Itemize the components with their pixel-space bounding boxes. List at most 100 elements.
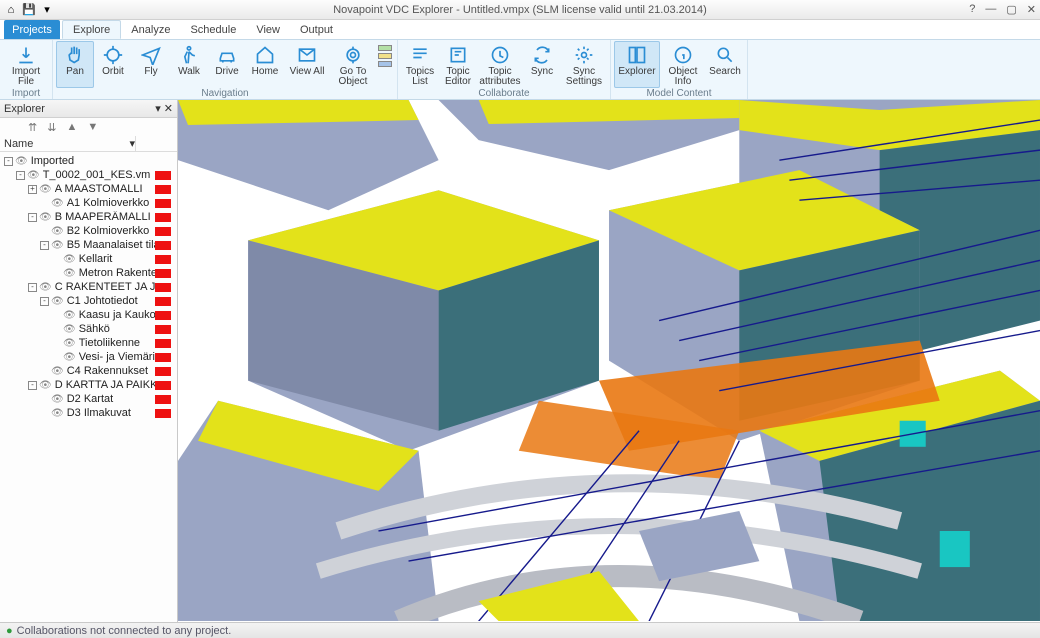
expand-icon[interactable]: ⇊ [47, 121, 56, 134]
tree-row[interactable]: 👁Vesi- ja Viemäri [0, 350, 177, 364]
column-header-name[interactable]: Name▾ [0, 136, 136, 151]
topics-list-button[interactable]: TopicsList [401, 41, 439, 88]
color-swatch[interactable] [155, 255, 171, 264]
tree-row[interactable]: 👁B2 Kolmioverkko [0, 224, 177, 238]
color-swatch[interactable] [155, 353, 171, 362]
minimize-icon[interactable]: — [985, 3, 996, 16]
visibility-icon[interactable]: 👁 [63, 254, 76, 265]
tab-analyze[interactable]: Analyze [121, 20, 180, 39]
home-button[interactable]: Home [246, 41, 284, 88]
tab-schedule[interactable]: Schedule [180, 20, 246, 39]
fly-button[interactable]: Fly [132, 41, 170, 88]
object-info-button[interactable]: ObjectInfo [660, 41, 706, 88]
drive-button[interactable]: Drive [208, 41, 246, 88]
collapse-icon[interactable]: ⇈ [28, 121, 37, 134]
qat-save-icon[interactable]: 💾 [22, 3, 36, 17]
visibility-icon[interactable]: 👁 [63, 338, 76, 349]
visibility-icon[interactable]: 👁 [39, 380, 52, 391]
walk-button[interactable]: Walk [170, 41, 208, 88]
visibility-icon[interactable]: 👁 [51, 408, 64, 419]
visibility-icon[interactable]: 👁 [63, 268, 76, 279]
tree-row[interactable]: -👁D KARTTA JA PAIKKATIETO [0, 378, 177, 392]
color-swatch[interactable] [155, 227, 171, 236]
color-swatch[interactable] [155, 269, 171, 278]
color-swatch[interactable] [155, 409, 171, 418]
pan-button[interactable]: Pan [56, 41, 94, 88]
sort-up-icon[interactable]: ▲ [66, 121, 77, 133]
collapse-icon[interactable]: - [16, 171, 25, 180]
tree-row[interactable]: 👁Kaasu ja Kaukolämpö [0, 308, 177, 322]
color-swatch[interactable] [155, 339, 171, 348]
collapse-icon[interactable]: - [40, 241, 49, 250]
visibility-icon[interactable]: 👁 [63, 324, 76, 335]
color-swatch[interactable] [155, 213, 171, 222]
visibility-icon[interactable]: 👁 [39, 282, 52, 293]
help-icon[interactable]: ? [969, 3, 975, 16]
sync-settings-button[interactable]: SyncSettings [561, 41, 607, 88]
color-swatch[interactable] [155, 311, 171, 320]
collapse-icon[interactable]: - [28, 283, 37, 292]
visibility-icon[interactable]: 👁 [51, 296, 64, 307]
visibility-icon[interactable]: 👁 [51, 198, 64, 209]
tree-row[interactable]: 👁Sähkö [0, 322, 177, 336]
tree-row[interactable]: -👁C RAKENTEET JA JÄRJESTELMÄT [0, 280, 177, 294]
qat-icon[interactable]: ⌂ [4, 3, 18, 17]
tree-row[interactable]: 👁Kellarit [0, 252, 177, 266]
tree-row[interactable]: -👁C1 Johtotiedot [0, 294, 177, 308]
search-button[interactable]: Search [706, 41, 744, 88]
expand-icon[interactable]: + [28, 185, 37, 194]
collapse-icon[interactable]: - [4, 157, 13, 166]
sort-down-icon[interactable]: ▼ [87, 121, 98, 133]
collapse-icon[interactable]: - [28, 381, 37, 390]
3d-viewport[interactable] [178, 100, 1040, 622]
collapse-icon[interactable]: - [40, 297, 49, 306]
import-file-button[interactable]: ImportFile [3, 41, 49, 88]
color-swatch[interactable] [155, 241, 171, 250]
color-swatch[interactable] [155, 171, 171, 180]
visibility-icon[interactable]: 👁 [63, 352, 76, 363]
panel-close-icon[interactable]: ▾ ✕ [155, 102, 173, 115]
color-swatch[interactable] [155, 381, 171, 390]
nav-color-swatches[interactable] [376, 41, 394, 88]
tab-explore[interactable]: Explore [62, 20, 121, 39]
tree-row[interactable]: 👁Tietoliikenne [0, 336, 177, 350]
tree-row[interactable]: 👁Metron Rakenteet [0, 266, 177, 280]
color-swatch[interactable] [155, 199, 171, 208]
explorer-tree[interactable]: -👁Imported-👁T_0002_001_KES.vm+👁A MAASTOM… [0, 152, 177, 622]
tree-row[interactable]: +👁A MAASTOMALLI [0, 182, 177, 196]
visibility-icon[interactable]: 👁 [63, 310, 76, 321]
visibility-icon[interactable]: 👁 [39, 212, 52, 223]
color-swatch[interactable] [155, 367, 171, 376]
visibility-icon[interactable]: 👁 [51, 226, 64, 237]
sync-button[interactable]: Sync [523, 41, 561, 88]
visibility-icon[interactable]: 👁 [51, 240, 64, 251]
color-swatch[interactable] [155, 297, 171, 306]
visibility-icon[interactable]: 👁 [51, 394, 64, 405]
maximize-icon[interactable]: ▢ [1006, 3, 1016, 16]
qat-down-icon[interactable]: ▾ [40, 3, 54, 17]
go-to-object-button[interactable]: Go ToObject [330, 41, 376, 88]
explorer-button[interactable]: Explorer [614, 41, 660, 88]
app-tab-projects[interactable]: Projects [4, 20, 60, 39]
tree-row[interactable]: 👁A1 Kolmioverkko [0, 196, 177, 210]
visibility-icon[interactable]: 👁 [27, 170, 40, 181]
tree-row[interactable]: 👁D3 Ilmakuvat [0, 406, 177, 420]
tree-row[interactable]: 👁D2 Kartat [0, 392, 177, 406]
tab-output[interactable]: Output [290, 20, 343, 39]
tab-view[interactable]: View [246, 20, 290, 39]
color-swatch[interactable] [155, 325, 171, 334]
tree-row[interactable]: -👁Imported [0, 154, 177, 168]
visibility-icon[interactable]: 👁 [39, 184, 52, 195]
topic-editor-button[interactable]: TopicEditor [439, 41, 477, 88]
tree-row[interactable]: -👁B5 Maanalaiset tilat [0, 238, 177, 252]
tree-row[interactable]: -👁T_0002_001_KES.vm [0, 168, 177, 182]
collapse-icon[interactable]: - [28, 213, 37, 222]
visibility-icon[interactable]: 👁 [51, 366, 64, 377]
topic-attributes-button[interactable]: Topicattributes [477, 41, 523, 88]
tree-row[interactable]: -👁B MAAPERÄMALLI [0, 210, 177, 224]
color-swatch[interactable] [155, 283, 171, 292]
color-swatch[interactable] [155, 395, 171, 404]
orbit-button[interactable]: Orbit [94, 41, 132, 88]
visibility-icon[interactable]: 👁 [15, 156, 28, 167]
color-swatch[interactable] [155, 185, 171, 194]
